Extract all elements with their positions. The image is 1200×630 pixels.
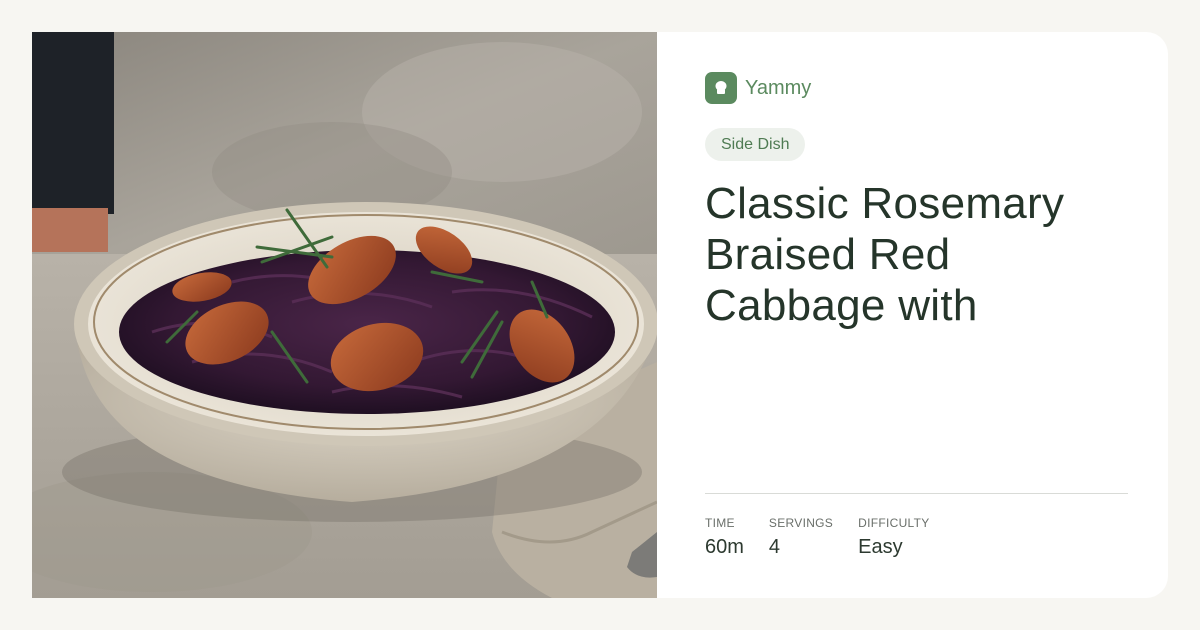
recipe-photo <box>32 32 657 598</box>
stat-value: Easy <box>858 536 903 558</box>
chef-hat-icon <box>705 72 737 104</box>
recipe-photo-image <box>32 32 657 598</box>
brand[interactable]: Yammy <box>705 72 811 104</box>
stat-time: TIME 60m <box>705 516 744 559</box>
stat-label: TIME <box>705 516 735 530</box>
category-tag[interactable]: Side Dish <box>705 128 806 161</box>
stat-label: SERVINGS <box>768 516 834 530</box>
brand-name: Yammy <box>745 76 812 99</box>
stat-value: 4 <box>768 536 781 558</box>
stat-servings: SERVINGS 4 <box>769 516 833 559</box>
stat-difficulty: DIFFICULTY Easy <box>858 516 929 559</box>
divider <box>705 493 1128 494</box>
recipe-card: Yammy Side Dish Classic Rosemary Braised… <box>32 32 1168 598</box>
recipe-title: Classic Rosemary Braised Red Cabbage wit… <box>705 179 1065 330</box>
stat-value: 60m <box>705 536 744 558</box>
recipe-info-panel: Yammy Side Dish Classic Rosemary Braised… <box>705 32 1128 598</box>
recipe-stats: TIME 60m SERVINGS 4 DIFFICULTY Easy <box>705 516 955 559</box>
stat-label: DIFFICULTY <box>858 516 930 530</box>
